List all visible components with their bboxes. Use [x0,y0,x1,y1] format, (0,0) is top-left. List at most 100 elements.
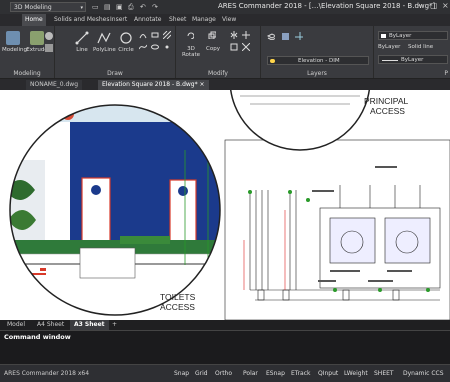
box-icon[interactable] [45,44,53,52]
lineweight-dropdown[interactable]: ByLayer [378,55,448,64]
add-layout-button[interactable]: + [108,320,121,330]
doc-tab-elevation[interactable]: Elevation Square 2018 - B.dwg* × [98,80,209,90]
tab-annotate[interactable]: Annotate [131,14,164,26]
title-bar: 3D Modeling ▾ ▭ ▤ ▣ ⎙ ↶ ↷ ARES Commander… [0,0,450,14]
layer-bulb-icon [270,59,275,63]
color-dropdown[interactable]: ByLayer [378,31,448,40]
minimize-icon[interactable]: – [418,1,422,10]
move-icon[interactable] [242,31,250,39]
status-bar: ARES Commander 2018 x64 Snap Grid Ortho … [0,364,450,382]
ribbon-panel: Modeling Extrude Modeling Line PolyLine … [0,26,450,79]
extrude-icon [30,31,44,45]
sheet-toggle[interactable]: SHEET [372,369,396,379]
tab-view[interactable]: View [219,14,239,26]
line-button[interactable]: Line [71,31,93,53]
layer-manager-icon[interactable] [267,32,275,40]
mirror-icon[interactable] [230,31,238,39]
lineweight-value: ByLayer [401,57,424,63]
tab-solids-and-meshes[interactable]: Solids and Meshes [51,14,112,26]
modify-group: 3D Rotate Copy Modify [176,26,261,78]
layer-freeze-icon[interactable] [295,32,303,40]
tab-manage[interactable]: Manage [189,14,219,26]
circle-icon [120,32,132,44]
layout-tab-a3-sheet[interactable]: A3 Sheet [70,320,109,330]
tab-home[interactable]: Home [22,14,46,26]
rotate-icon [187,32,194,39]
drawing-svg: PRINCIPAL ACCESS TOILETS ACCESS [9,90,450,320]
copy-icon [208,31,216,39]
dynamic-ccs-toggle[interactable]: Dynamic CCS [401,369,446,379]
linetype-row[interactable]: ByLayer Solid line [378,43,448,52]
layout-tab-a4-sheet[interactable]: A4 Sheet [33,320,68,330]
polyline-button[interactable]: PolyLine [93,31,116,53]
layer-state-icon[interactable] [281,32,289,40]
copy-button[interactable]: Copy [202,46,224,52]
toilets-access-detail [10,105,220,315]
current-layer-dropdown[interactable]: Elevation - DIM [267,56,369,65]
polyline-icon [97,32,111,44]
polar-toggle[interactable]: Polar [241,369,260,379]
window-title: ARES Commander 2018 - […\Elevation Squar… [218,2,436,10]
3d-rotate-button-label: 3D Rotate [181,46,200,58]
doc-tab-label: Elevation Square 2018 - B.dwg* [102,81,198,88]
ribbon-tab-bar: Home Solids and Meshes Insert Annotate S… [0,14,450,26]
maximize-icon[interactable]: ▢ [430,1,438,10]
snap-toggle[interactable]: Snap [172,369,191,379]
modeling-button-label: Modeling [2,47,28,53]
tab-sheet[interactable]: Sheet [166,14,189,26]
line-icon [75,31,89,45]
color-swatch [381,34,386,38]
open-folder-icon[interactable]: ▤ [104,3,111,11]
circle-button[interactable]: Circle [115,31,137,53]
workspace-label: 3D Modeling [14,4,52,11]
modify-group-label: Modify [208,70,228,77]
principal-access-label-line2: ACCESS [370,106,405,116]
polyline-button-label: PolyLine [93,47,116,53]
line-button-label: Line [76,47,88,53]
spline-icon[interactable] [139,43,147,51]
layout-tab-model[interactable]: Model [3,320,29,330]
layout-tab-bar: Model A4 Sheet A3 Sheet + [0,320,450,330]
workspace-dropdown[interactable]: 3D Modeling ▾ [10,2,86,12]
close-icon[interactable]: × [442,1,449,10]
color-value: ByLayer [389,33,412,39]
redo-icon[interactable]: ↷ [152,3,158,11]
current-layer-value: Elevation - DIM [298,58,340,64]
drawing-canvas[interactable]: PRINCIPAL ACCESS TOILETS ACCESS [0,90,450,320]
scale-icon[interactable] [230,43,238,51]
app-version: ARES Commander 2018 x64 [4,370,90,377]
qinput-toggle[interactable]: QInput [316,369,340,379]
modeling-icon [6,31,20,45]
chevron-down-icon: ▾ [80,5,83,11]
doc-tab-noname[interactable]: NONAME_0.dwg [26,80,83,90]
properties-group-label: P [444,70,448,77]
ellipse-icon[interactable] [151,43,159,51]
save-icon[interactable]: ▣ [116,3,123,11]
new-file-icon[interactable]: ▭ [92,3,99,11]
technical-drawing [224,139,450,320]
properties-group: ByLayer ByLayer Solid line ByLayer P [374,26,450,78]
grid-toggle[interactable]: Grid [193,369,210,379]
3d-rotate-button[interactable]: 3D Rotate [180,46,202,58]
hatch-icon[interactable] [163,31,171,39]
lweight-toggle[interactable]: LWeight [342,369,370,379]
ortho-toggle[interactable]: Ortho [213,369,234,379]
lineweight-icon [382,60,398,61]
esnap-toggle[interactable]: ESnap [264,369,287,379]
etrack-toggle[interactable]: ETrack [289,369,313,379]
trim-icon[interactable] [242,43,250,51]
modeling-button[interactable]: Modeling [2,31,28,53]
close-icon[interactable]: × [200,81,205,88]
tab-insert[interactable]: Insert [107,14,130,26]
draw-group: Line PolyLine Circle Draw [55,26,176,78]
arc-icon[interactable] [139,31,147,39]
copy-button-label: Copy [206,46,220,52]
point-icon[interactable] [163,43,171,51]
command-window[interactable]: Command window [0,330,450,365]
draw-group-label: Draw [107,70,123,77]
undo-icon[interactable]: ↶ [140,3,146,11]
layers-group: Elevation - DIM Layers [261,26,374,78]
print-icon[interactable]: ⎙ [128,3,134,12]
rectangle-icon[interactable] [151,31,159,39]
sphere-icon[interactable] [45,32,53,40]
